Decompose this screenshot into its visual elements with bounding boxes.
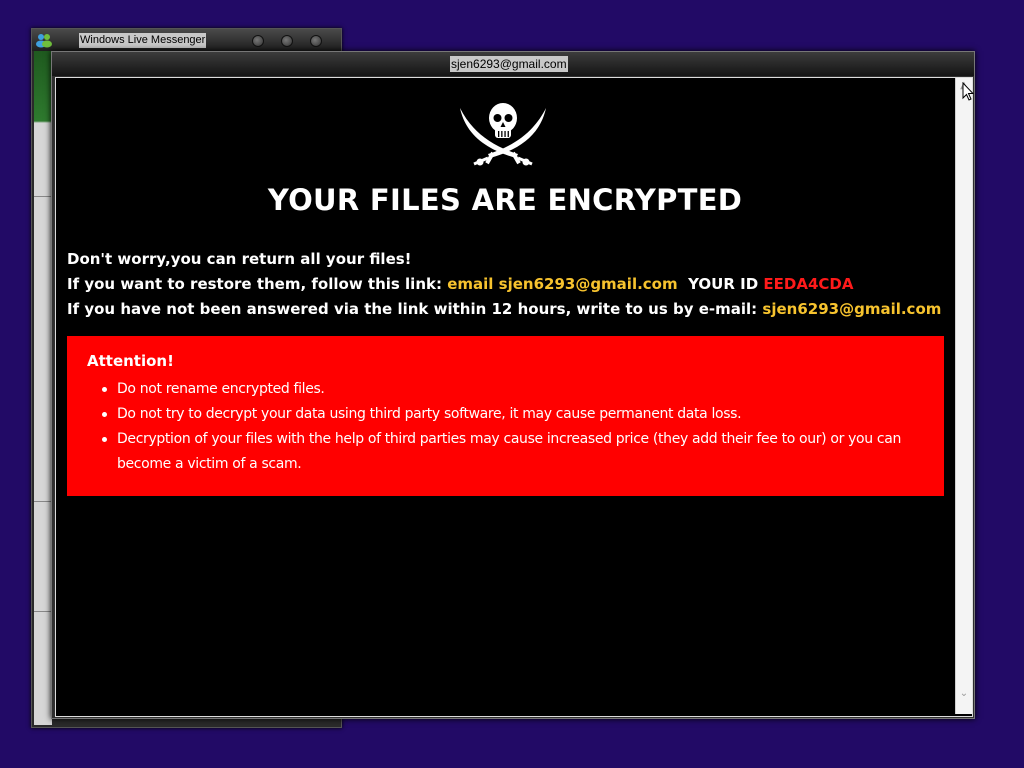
messenger-title: Windows Live Messenger	[79, 33, 207, 48]
bullet-icon	[102, 412, 107, 417]
maximize-button[interactable]	[281, 35, 293, 47]
victim-id-value: EEDA4CDA	[763, 275, 854, 293]
bullet-icon	[102, 387, 107, 392]
fallback-email: sjen6293@gmail.com	[762, 300, 942, 318]
attention-title: Attention!	[87, 352, 174, 370]
ransom-headline: YOUR FILES ARE ENCRYPTED	[267, 183, 743, 217]
jolly-roger-skull-crossed-swords-icon	[460, 103, 546, 166]
messenger-body-edge	[34, 51, 52, 725]
ransom-note-body: YOUR FILES ARE ENCRYPTED Don't worry,you…	[56, 78, 954, 714]
attention-panel: Attention! Do not rename encrypted files…	[67, 336, 944, 496]
ransom-note-window[interactable]: sjen6293@gmail.com YOUR FILES ARE ENCRYP…	[51, 51, 975, 719]
close-button[interactable]	[310, 35, 322, 47]
attention-item-text: Do not rename encrypted files.	[117, 381, 325, 397]
fallback-instruction-text: If you have not been answered via the li…	[67, 300, 758, 318]
attention-item: Decryption of your files with the help o…	[67, 427, 944, 477]
restore-email-link[interactable]: email sjen6293@gmail.com	[447, 275, 677, 293]
message-line-reassure: Don't worry,you can return all your file…	[67, 250, 412, 268]
minimize-button[interactable]	[252, 35, 264, 47]
attention-list: Do not rename encrypted files. Do not tr…	[67, 377, 944, 477]
bullet-icon	[102, 437, 107, 442]
attention-item: Do not rename encrypted files.	[67, 377, 944, 402]
message-line-restore: If you want to restore them, follow this…	[67, 275, 853, 293]
message-line-fallback: If you have not been answered via the li…	[67, 300, 941, 318]
restore-instruction-text: If you want to restore them, follow this…	[67, 275, 442, 293]
vertical-scrollbar[interactable]: ▲ ⌄	[955, 78, 972, 714]
attention-item-text: Decryption of your files with the help o…	[117, 431, 901, 472]
your-id-label: YOUR ID	[688, 275, 759, 293]
messenger-titlebar[interactable]: Windows Live Messenger	[32, 29, 341, 51]
attention-item: Do not try to decrypt your data using th…	[67, 402, 944, 427]
messenger-people-icon	[36, 34, 52, 48]
scroll-down-chevron-icon[interactable]: ⌄	[956, 686, 972, 702]
ransom-window-titlebar[interactable]: sjen6293@gmail.com	[52, 52, 974, 76]
attention-item-text: Do not try to decrypt your data using th…	[117, 406, 742, 422]
mouse-pointer-icon	[962, 82, 974, 101]
ransom-note-content-area[interactable]: YOUR FILES ARE ENCRYPTED Don't worry,you…	[55, 77, 973, 717]
ransom-window-title: sjen6293@gmail.com	[450, 56, 568, 72]
